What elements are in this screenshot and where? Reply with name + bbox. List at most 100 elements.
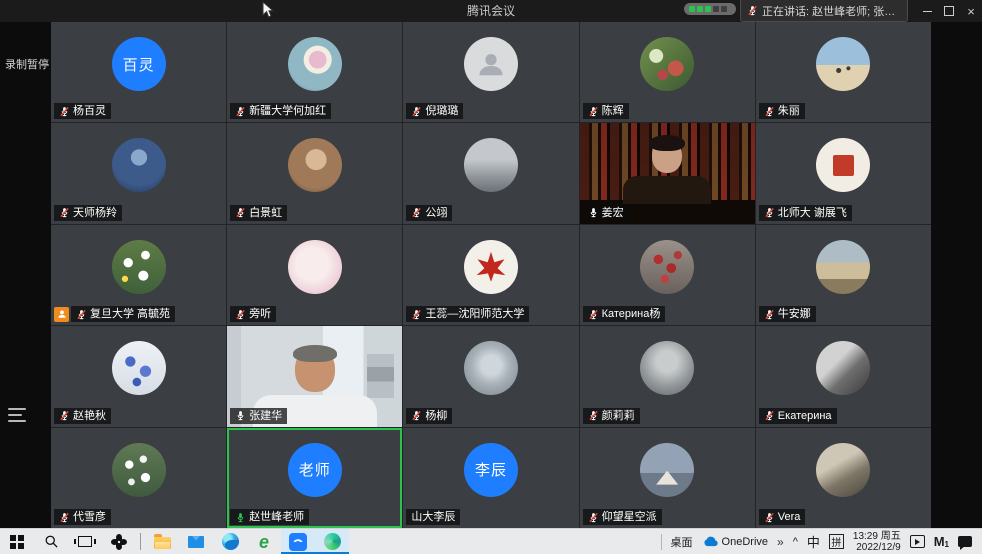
participant-name-label: 倪璐璐 [406,103,463,119]
avatar [640,341,694,395]
show-hidden-icons-button[interactable]: ^ [793,536,798,548]
ime-pinyin-indicator[interactable]: 拼 [829,534,844,549]
participant-name-text: 公翊 [425,206,447,220]
mic-muted-icon [747,5,758,16]
participant-name-label: 赵世峰老师 [230,509,309,525]
participant-name-text: 山大李辰 [411,510,455,524]
mic-muted-icon [411,106,422,117]
participant-tile[interactable]: Vera [756,428,931,528]
participant-tile[interactable]: 公翊 [403,123,578,223]
participant-label-row: 天师杨羚 [54,205,122,221]
participant-tile[interactable]: 代雪彦 [51,428,226,528]
meeting-tray-icon[interactable]: M1 [934,534,949,549]
edge-button[interactable] [213,529,247,554]
participant-grid: 百灵 杨百灵 新疆大学何加红 倪璐璐 陈辉 朱丽 天师杨羚 白景虹 公翊 姜宏 … [51,22,931,528]
participant-tile[interactable]: 仰望星空派 [580,428,755,528]
participant-name-label: 公翊 [406,205,452,221]
mic-on-icon [588,207,599,218]
participant-tile[interactable]: 旁听 [227,225,402,325]
participant-tile[interactable]: 倪璐璐 [403,22,578,122]
maximize-button[interactable] [938,0,960,22]
participant-name-text: Екатерина [778,409,832,423]
tencent-meeting-window: 腾讯会议 正在讲话: 赵世峰老师; 张建华... × 录制暂停 百灵 杨百灵 新… [0,0,982,554]
participant-name-label: 颜莉莉 [583,408,640,424]
minimize-button[interactable] [916,0,938,22]
taskbar-clock[interactable]: 13:29 周五 2022/12/9 [853,531,901,553]
avatar [288,138,342,192]
participant-label-row: 颜莉莉 [583,408,640,424]
file-explorer-button[interactable] [145,529,179,554]
participant-tile[interactable]: 牛安娜 [756,225,931,325]
participant-tile[interactable]: 白景虹 [227,123,402,223]
notification-center-icon[interactable] [958,536,972,547]
task-view-icon [78,536,92,547]
participant-name-text: 姜宏 [602,206,624,220]
participant-label-row: 陈辉 [583,103,629,119]
mail-button[interactable] [179,529,213,554]
participant-tile[interactable]: 李辰山大李辰 [403,428,578,528]
participant-tile[interactable]: 新疆大学何加红 [227,22,402,122]
minimize-icon [923,11,932,12]
participant-label-row: Катерина杨 [583,306,666,322]
participant-name-text: 杨百灵 [73,104,106,118]
ime-language-indicator[interactable]: 中 [807,532,820,551]
default-person-avatar [464,37,518,91]
participant-tile[interactable]: 北师大 谢展飞 [756,123,931,223]
mic-muted-icon [764,207,775,218]
mic-muted-icon [411,207,422,218]
participant-tile[interactable]: 天师杨羚 [51,123,226,223]
tencent-docs-button[interactable] [315,529,349,554]
participant-name-label: 陈辉 [583,103,629,119]
task-view-button[interactable] [68,529,102,554]
participant-tile[interactable]: 杨柳 [403,326,578,426]
media-player-tray-icon[interactable] [910,535,925,548]
participant-name-text: 赵艳秋 [73,409,106,423]
clock-date: 2022/12/9 [853,542,901,553]
tencent-meeting-button[interactable] [281,529,315,554]
participant-tile[interactable]: 朱丽 [756,22,931,122]
mic-muted-icon [59,106,70,117]
participant-tile[interactable]: 老师 赵世峰老师 [227,428,402,528]
view-list-toggle-icon[interactable] [8,408,26,422]
participant-tile[interactable]: 颜莉莉 [580,326,755,426]
participant-name-text: 朱丽 [778,104,800,118]
avatar [816,341,870,395]
toolbar-overflow-chevron[interactable]: » [777,535,784,549]
avatar [288,37,342,91]
edge-icon [222,533,239,550]
close-button[interactable]: × [960,0,982,22]
speaking-notification[interactable]: 正在讲话: 赵世峰老师; 张建华... [740,0,908,22]
participant-tile[interactable]: 赵艳秋 [51,326,226,426]
pinwheel-app-button[interactable] [102,529,136,554]
participant-label-row: 赵艳秋 [54,408,111,424]
window-titlebar: 腾讯会议 正在讲话: 赵世峰老师; 张建华... × [0,0,982,22]
participant-tile[interactable]: 姜宏 [580,123,755,223]
participant-tile[interactable]: 陈辉 [580,22,755,122]
mic-muted-icon [235,207,246,218]
participant-label-row: 代雪彦 [54,509,111,525]
search-button[interactable] [34,529,68,554]
participant-tile[interactable]: 复旦大学 高毓苑 [51,225,226,325]
internet-explorer-button[interactable]: e [247,529,281,554]
participant-name-label: 赵艳秋 [54,408,111,424]
participant-name-label: 北师大 谢展飞 [759,205,852,221]
participant-name-label: Vera [759,509,806,525]
participant-tile[interactable]: 百灵 杨百灵 [51,22,226,122]
participant-name-label: 白景虹 [230,205,287,221]
participant-name-text: 代雪彦 [73,510,106,524]
avatar [464,138,518,192]
onedrive-tray-item[interactable]: OneDrive [702,536,768,548]
start-button[interactable] [0,529,34,554]
participant-label-row: 新疆大学何加红 [230,103,331,119]
participant-label-row: 仰望星空派 [583,509,662,525]
participant-tile[interactable]: Катерина杨 [580,225,755,325]
participant-tile[interactable]: 张建华 [227,326,402,426]
participant-tile[interactable]: 王蕊—沈阳师范大学 [403,225,578,325]
participant-name-text: 陈辉 [602,104,624,118]
participant-name-text: Катерина杨 [602,307,661,321]
avatar [112,341,166,395]
desktop-toolbar-label[interactable]: 桌面 [671,534,693,550]
pinwheel-app-icon [111,534,127,550]
participant-tile[interactable]: Екатерина [756,326,931,426]
participant-name-label: 代雪彦 [54,509,111,525]
